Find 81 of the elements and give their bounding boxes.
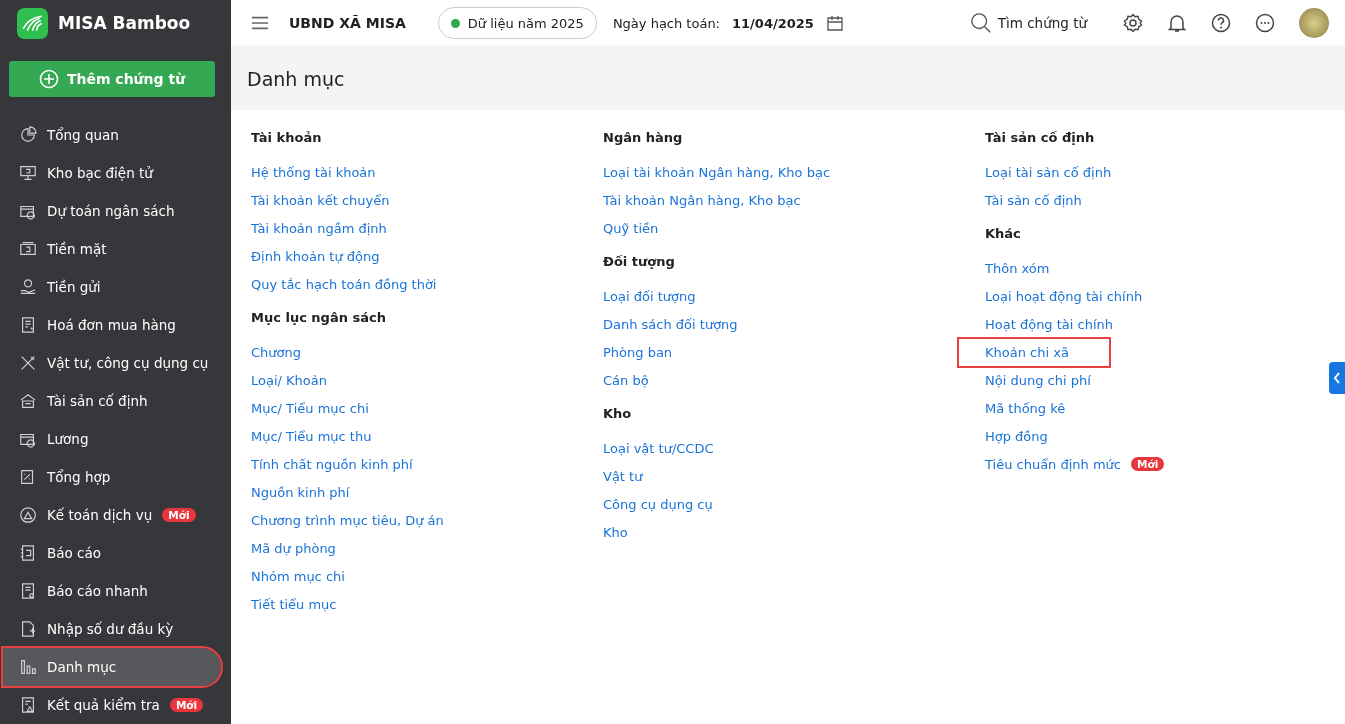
catalog-link[interactable]: Loại vật tư/CCDC [603, 436, 714, 460]
catalog-link[interactable]: Hoạt động tài chính [985, 312, 1114, 336]
date-label: Ngày hạch toán: [612, 15, 720, 31]
catalog-link[interactable]: Tài sản cố định [985, 188, 1082, 212]
catalog-link[interactable]: Hợp đồng [985, 424, 1048, 448]
sidebar-item[interactable]: Vật tư, công cụ dụng cụ [3, 344, 221, 382]
more-icon[interactable] [1255, 13, 1275, 33]
bamboo-logo-icon [17, 7, 48, 39]
catalog-link[interactable]: Tiết tiểu mục [251, 592, 337, 616]
sidebar-item[interactable]: Kết quả kiểm tra Mới [3, 686, 221, 724]
sidebar-item[interactable]: Tổng hợp [3, 458, 221, 496]
sidebar-item[interactable]: Dự toán ngân sách [3, 192, 221, 230]
sidebar-item[interactable]: Kế toán dịch vụ Mới [3, 496, 221, 534]
catalog-link[interactable]: Phòng ban [603, 340, 673, 364]
catalog-link[interactable]: Loại tài khoản Ngân hàng, Kho bạc [603, 160, 831, 184]
catalog-link[interactable]: Loại tài sản cố định [985, 160, 1112, 184]
catalog-link[interactable]: Mã dự phòng [251, 536, 336, 560]
catalog-link[interactable]: Nhóm mục chi [251, 564, 345, 588]
user-avatar[interactable] [1299, 8, 1329, 38]
sidebar-item[interactable]: Danh mục [3, 648, 221, 686]
notification-bell-icon[interactable] [1167, 13, 1187, 33]
catalog-link[interactable]: Tài khoản ngầm định [251, 216, 387, 240]
sidebar-item[interactable]: Nhập số dư đầu kỳ [3, 610, 221, 648]
chevron-left-icon [1333, 372, 1341, 384]
catalog-link[interactable]: Khoản chi xã [959, 338, 1109, 366]
data-year-button[interactable]: Dữ liệu năm 2025 [437, 7, 597, 39]
catalog-link[interactable]: Nguồn kinh phí [251, 480, 350, 504]
catalog-link[interactable]: Nội dung chi phí [985, 368, 1091, 392]
catalog-link[interactable]: Kho [603, 520, 628, 544]
posting-date[interactable]: 11/04/2025 [732, 15, 814, 31]
catalog-link[interactable]: Vật tư [603, 464, 643, 488]
sidebar-item[interactable]: Lương [3, 420, 221, 458]
catalog-link[interactable]: Danh sách đối tượng [603, 312, 738, 336]
section-heading: Đối tượng [603, 254, 676, 271]
catalog-link[interactable]: Mã thống kê [985, 396, 1066, 420]
sidebar-item[interactable]: Tài sản cố định [3, 382, 221, 420]
section-heading: Kho [603, 406, 633, 423]
settings-icon[interactable] [1123, 13, 1143, 33]
sidebar-item[interactable]: Hoá đơn mua hàng [3, 306, 221, 344]
section-heading: Tài khoản [251, 130, 323, 147]
collapse-panel-button[interactable] [1329, 362, 1345, 394]
catalog-link[interactable]: Thôn xóm [985, 256, 1050, 280]
catalog-link[interactable]: Quỹ tiền [603, 216, 659, 240]
organization-name: UBND XÃ MISA [289, 15, 406, 31]
section-heading: Mục lục ngân sách [251, 310, 387, 327]
catalog-link[interactable]: Quy tắc hạch toán đồng thời [251, 272, 437, 296]
catalog-link[interactable]: Tài khoản kết chuyển [251, 188, 390, 212]
catalog-link[interactable]: Mục/ Tiểu mục thu [251, 424, 372, 448]
sidebar-item[interactable]: Tiền mặt [3, 230, 221, 268]
new-badge: Mới [169, 698, 204, 712]
search-icon [969, 12, 992, 34]
catalog-link[interactable]: Loại đối tượng [603, 284, 696, 308]
sidebar-item[interactable]: Kho bạc điện tử [3, 154, 221, 192]
sidebar-item[interactable]: Tổng quan [3, 116, 221, 154]
catalog-link[interactable]: Công cụ dụng cụ [603, 492, 713, 516]
section-heading: Ngân hàng [603, 130, 684, 147]
sidebar-item[interactable]: Tiền gửi [3, 268, 221, 306]
page-title: Danh mục [247, 67, 345, 90]
catalog-link[interactable]: Mục/ Tiểu mục chi [251, 396, 369, 420]
catalog-link[interactable]: Cán bộ [603, 368, 649, 392]
catalog-link[interactable]: Loại hoạt động tài chính [985, 284, 1143, 308]
app-name: MISA Bamboo [58, 13, 191, 33]
search-button[interactable]: Tìm chứng từ [963, 11, 1093, 35]
calendar-icon[interactable] [825, 14, 844, 32]
new-badge: Mới [1131, 457, 1165, 471]
section-heading: Tài sản cố định [985, 130, 1096, 147]
catalog-link[interactable]: Tính chất nguồn kinh phí [251, 452, 413, 476]
sidebar-item[interactable]: Báo cáo [3, 534, 221, 572]
help-icon[interactable] [1211, 13, 1231, 33]
catalog-link[interactable]: Chương trình mục tiêu, Dự án [251, 508, 444, 532]
catalog-link[interactable]: Định khoản tự động [251, 244, 380, 268]
new-badge: Mới [162, 508, 196, 522]
catalog-link[interactable]: Tiêu chuẩn định mức [985, 452, 1121, 476]
section-heading: Khác [985, 226, 1022, 243]
catalog-link[interactable]: Hệ thống tài khoản [251, 160, 376, 184]
add-voucher-button[interactable]: Thêm chứng từ [9, 61, 215, 97]
plus-circle-icon [38, 69, 59, 89]
catalog-link[interactable]: Loại/ Khoản [251, 368, 327, 392]
catalog-link[interactable]: Chương [251, 340, 301, 364]
catalog-link[interactable]: Tài khoản Ngân hàng, Kho bạc [603, 188, 801, 212]
sidebar-item[interactable]: Báo cáo nhanh [3, 572, 221, 610]
